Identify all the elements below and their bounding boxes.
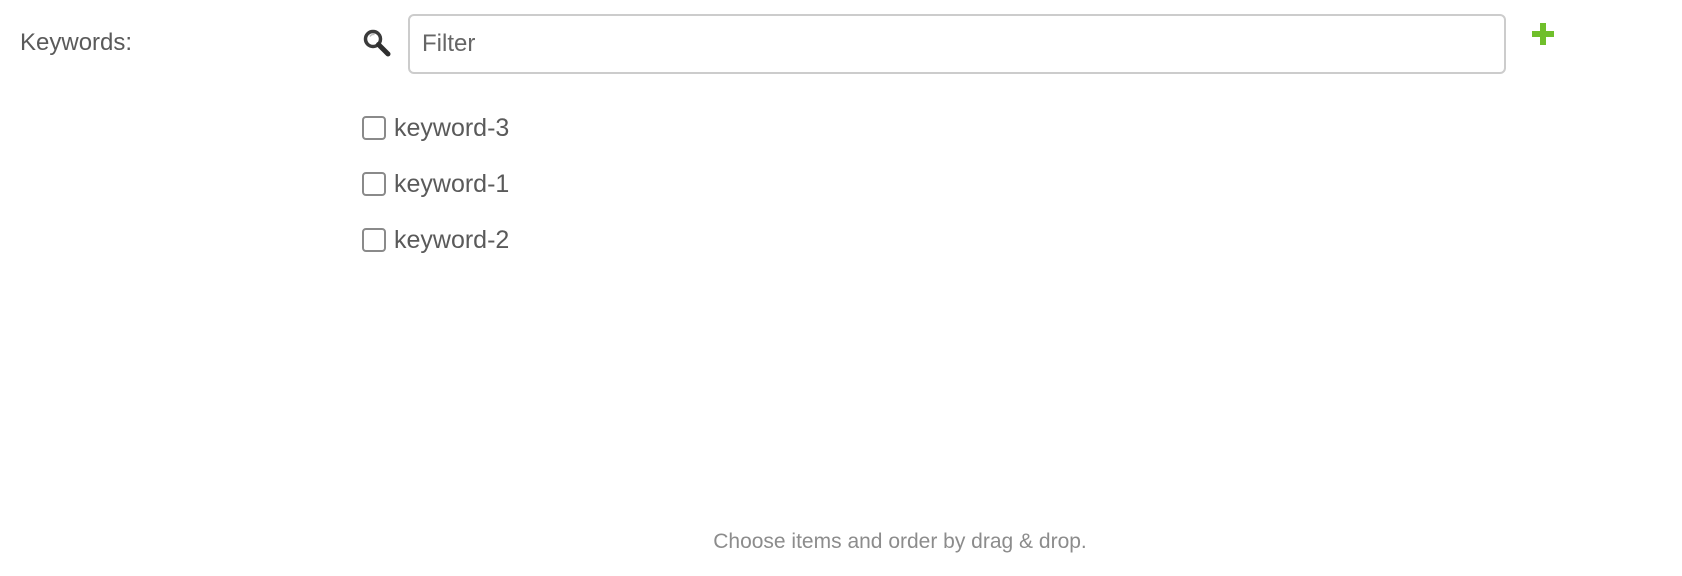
keyword-label: keyword-2 — [394, 226, 510, 254]
keyword-checkbox[interactable] — [362, 228, 386, 252]
keywords-label: Keywords: — [20, 29, 133, 56]
keyword-item[interactable]: keyword-1 — [362, 156, 509, 212]
keyword-item[interactable]: keyword-2 — [362, 212, 509, 268]
keyword-label: keyword-1 — [394, 170, 510, 198]
keyword-checkbox[interactable] — [362, 172, 386, 196]
keyword-checkbox[interactable] — [362, 116, 386, 140]
filter-input[interactable] — [408, 14, 1506, 74]
keywords-field-row: Keywords: keyword-3 keyword-1 keyword-2 … — [0, 0, 1682, 576]
search-icon — [362, 28, 392, 58]
add-keyword-button[interactable] — [1528, 20, 1558, 50]
keyword-label: keyword-3 — [394, 114, 510, 142]
keyword-item[interactable]: keyword-3 — [362, 100, 509, 156]
keyword-list: keyword-3 keyword-1 keyword-2 — [362, 100, 509, 268]
plus-icon — [1532, 23, 1554, 45]
help-text: Choose items and order by drag & drop. — [713, 530, 1087, 553]
